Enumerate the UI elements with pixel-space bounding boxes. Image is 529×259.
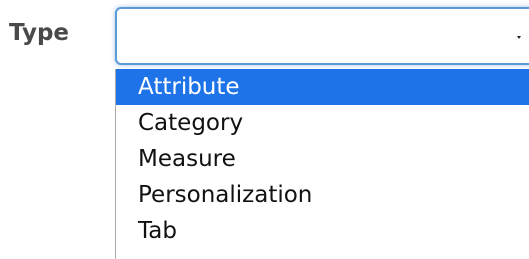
type-dropdown-list: Attribute Category Measure Personalizati…: [115, 69, 529, 259]
type-select[interactable]: [115, 7, 529, 65]
option-measure[interactable]: Measure: [116, 141, 529, 177]
option-tab[interactable]: Tab: [116, 213, 529, 249]
caret-down-icon: [517, 36, 521, 39]
option-category[interactable]: Category: [116, 105, 529, 141]
option-attribute[interactable]: Attribute: [116, 69, 529, 105]
option-personalization[interactable]: Personalization: [116, 177, 529, 213]
type-label: Type: [9, 20, 70, 46]
